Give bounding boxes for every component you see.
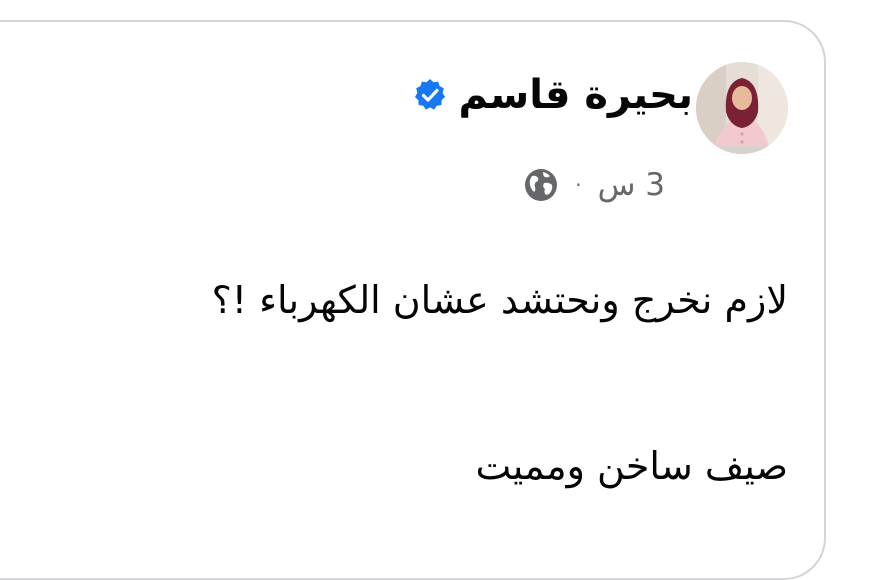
avatar[interactable]: [696, 62, 788, 154]
globe-icon[interactable]: [523, 167, 559, 203]
post-text-line: صيف ساخن ومميت: [475, 444, 788, 488]
verified-badge-icon: [412, 77, 448, 113]
post-text-line: لازم نخرج ونحتشد عشان الكهرباء !؟: [211, 278, 788, 322]
post-timestamp[interactable]: 3 س: [598, 167, 665, 203]
meta-separator: ·: [575, 173, 582, 197]
author-row: بحيرة قاسم: [412, 60, 693, 130]
post-meta: 3 س ·: [523, 165, 665, 205]
author-name[interactable]: بحيرة قاسم: [458, 75, 693, 115]
